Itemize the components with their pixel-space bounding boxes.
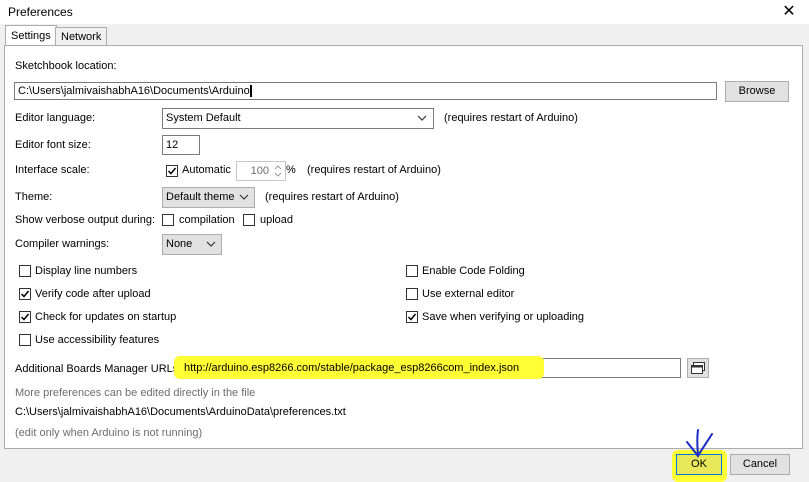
font-size-input[interactable]: 12 <box>162 135 200 155</box>
compilation-label: compilation <box>179 214 235 226</box>
theme-select[interactable]: Default theme <box>162 187 255 208</box>
tab-settings[interactable]: Settings <box>5 25 57 46</box>
window-list-icon <box>691 362 705 374</box>
save-on-verify-label: Save when verifying or uploading <box>422 311 585 323</box>
theme-value: Default theme <box>166 191 235 203</box>
close-icon[interactable]: ✕ <box>778 1 800 23</box>
verify-after-upload-label: Verify code after upload <box>35 288 151 300</box>
scale-restart-note: (requires restart of Arduino) <box>307 164 441 176</box>
check-icon <box>167 167 177 175</box>
sketchbook-path: C:\Users\jalmivaishabhA16\Documents\Ardu… <box>18 85 250 97</box>
theme-label: Theme: <box>15 191 53 203</box>
sketchbook-input[interactable]: C:\Users\jalmivaishabhA16\Documents\Ardu… <box>14 82 717 100</box>
check-icon <box>20 290 30 298</box>
window-title: Preferences <box>8 5 73 19</box>
code-folding-label: Enable Code Folding <box>422 265 525 277</box>
save-on-verify-checkbox[interactable] <box>406 311 418 323</box>
edit-only-note: (edit only when Arduino is not running) <box>15 427 203 439</box>
accessibility-label: Use accessibility features <box>35 334 160 346</box>
chevron-down-icon <box>239 190 249 211</box>
boards-url-label: Additional Boards Manager URLs: <box>15 363 182 375</box>
boards-url-value: http://arduino.esp8266.com/stable/packag… <box>184 362 520 374</box>
title-bar <box>0 0 809 24</box>
tab-network[interactable]: Network <box>55 27 108 46</box>
compiler-warnings-value: None <box>166 238 193 250</box>
chevron-down-icon <box>417 111 427 132</box>
automatic-checkbox[interactable] <box>166 165 178 177</box>
upload-label: upload <box>260 214 294 226</box>
editor-language-label: Editor language: <box>15 112 96 124</box>
language-restart-note: (requires restart of Arduino) <box>444 112 578 124</box>
compilation-checkbox[interactable] <box>162 214 174 226</box>
open-url-list-button[interactable] <box>687 358 709 378</box>
percent-sign: % <box>286 164 296 176</box>
chevron-down-icon <box>206 237 216 258</box>
automatic-label: Automatic <box>182 164 231 176</box>
theme-restart-note: (requires restart of Arduino) <box>265 191 399 203</box>
code-folding-checkbox[interactable] <box>406 265 418 277</box>
browse-button[interactable]: Browse <box>725 81 789 102</box>
check-updates-checkbox[interactable] <box>19 311 31 323</box>
editor-language-select[interactable]: System Default <box>162 108 434 129</box>
spinner-arrows-icon[interactable] <box>272 162 284 180</box>
verify-after-upload-checkbox[interactable] <box>19 288 31 300</box>
interface-scale-label: Interface scale: <box>15 164 90 176</box>
accessibility-checkbox[interactable] <box>19 334 31 346</box>
verbose-label: Show verbose output during: <box>15 214 156 226</box>
annotation-arrow-icon <box>686 429 713 458</box>
external-editor-checkbox[interactable] <box>406 288 418 300</box>
check-updates-label: Check for updates on startup <box>35 311 177 323</box>
sketchbook-label: Sketchbook location: <box>15 60 117 72</box>
more-preferences-note: More preferences can be edited directly … <box>15 387 256 399</box>
preferences-file-path: C:\Users\jalmivaishabhA16\Documents\Ardu… <box>15 406 346 418</box>
editor-language-value: System Default <box>166 112 241 124</box>
check-icon <box>20 313 30 321</box>
external-editor-label: Use external editor <box>422 288 515 300</box>
font-size-label: Editor font size: <box>15 139 91 151</box>
upload-checkbox[interactable] <box>243 214 255 226</box>
compiler-warnings-select[interactable]: None <box>162 234 222 255</box>
display-line-numbers-label: Display line numbers <box>35 265 138 277</box>
compiler-warnings-label: Compiler warnings: <box>15 238 110 250</box>
display-line-numbers-checkbox[interactable] <box>19 265 31 277</box>
cancel-button[interactable]: Cancel <box>730 454 790 475</box>
check-icon <box>407 313 417 321</box>
text-cursor <box>249 85 252 98</box>
